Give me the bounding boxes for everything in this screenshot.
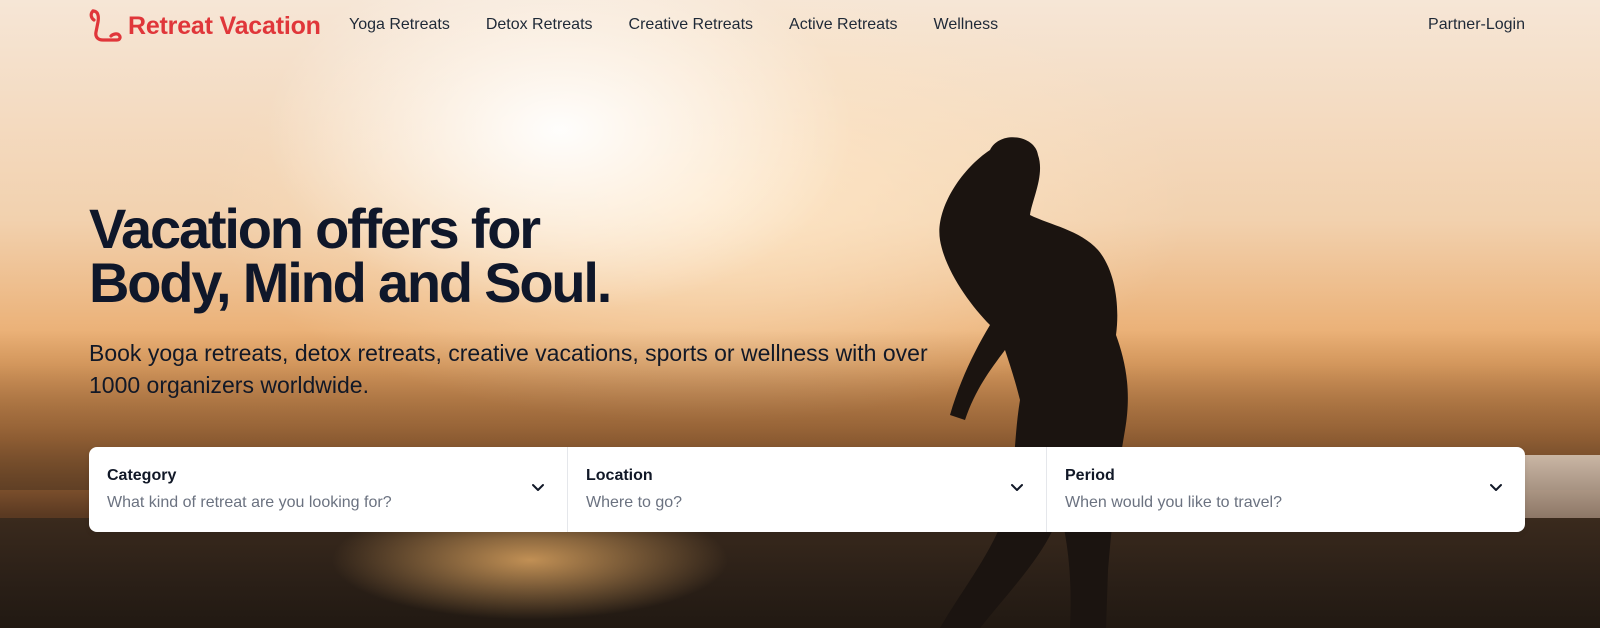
nav-links: Yoga Retreats Detox Retreats Creative Re… xyxy=(349,16,998,34)
hero-headline-line2: Body, Mind and Soul. xyxy=(89,251,612,314)
location-label: Location xyxy=(586,467,653,484)
top-navigation: Retreat Vacation Yoga Retreats Detox Ret… xyxy=(0,0,1600,52)
nav-link-creative-retreats[interactable]: Creative Retreats xyxy=(629,16,754,34)
nav-link-detox-retreats[interactable]: Detox Retreats xyxy=(486,16,593,34)
logo-icon xyxy=(89,9,122,42)
chevron-down-icon xyxy=(1011,484,1023,491)
category-label: Category xyxy=(107,467,177,484)
partner-login-link[interactable]: Partner-Login xyxy=(1428,16,1525,34)
chevron-down-icon xyxy=(1490,484,1502,491)
chevron-down-icon xyxy=(532,484,544,491)
brand-name: Retreat Vacation xyxy=(128,11,321,40)
nav-link-active-retreats[interactable]: Active Retreats xyxy=(789,16,897,34)
location-select[interactable]: Location Where to go? xyxy=(567,447,1046,532)
retreat-search-bar: Category What kind of retreat are you lo… xyxy=(89,447,1525,532)
hero-subtitle: Book yoga retreats, detox retreats, crea… xyxy=(89,340,928,398)
beach-sand xyxy=(0,518,1600,628)
hero-headline: Vacation offers for Body, Mind and Soul. xyxy=(89,201,612,311)
period-placeholder: When would you like to travel? xyxy=(1065,494,1282,511)
category-select[interactable]: Category What kind of retreat are you lo… xyxy=(89,447,567,532)
category-placeholder: What kind of retreat are you looking for… xyxy=(107,494,392,511)
period-select[interactable]: Period When would you like to travel? xyxy=(1046,447,1525,532)
brand-logo[interactable]: Retreat Vacation xyxy=(89,8,321,44)
period-label: Period xyxy=(1065,467,1115,484)
nav-link-yoga-retreats[interactable]: Yoga Retreats xyxy=(349,16,450,34)
nav-link-wellness[interactable]: Wellness xyxy=(934,16,999,34)
location-placeholder: Where to go? xyxy=(586,494,683,511)
